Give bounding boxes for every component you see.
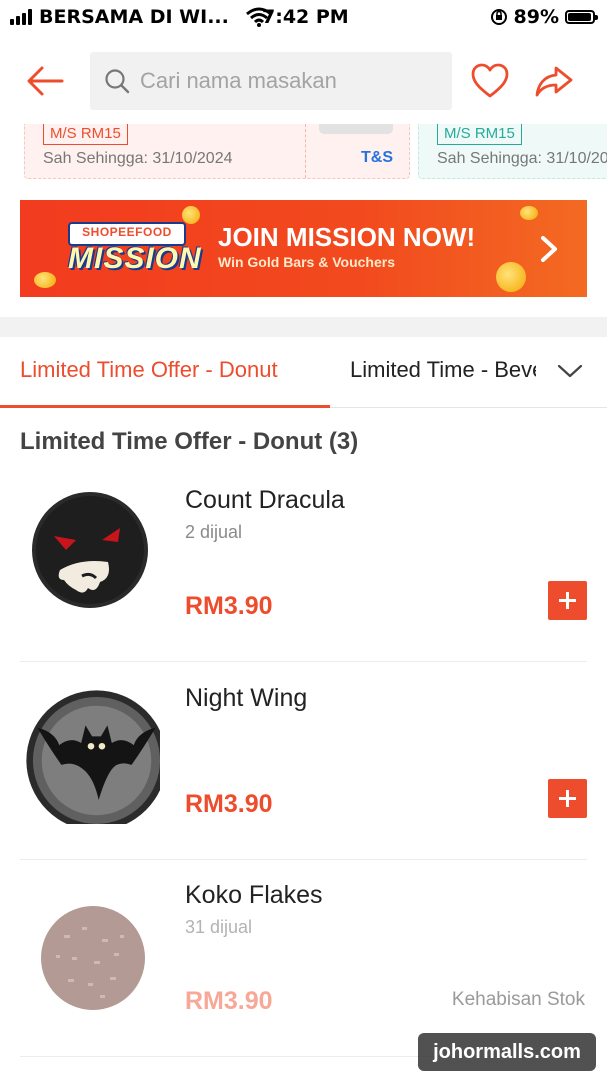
section-divider (0, 317, 607, 337)
item-price: RM3.90 (185, 790, 273, 818)
share-icon[interactable] (534, 62, 574, 100)
shopeefood-mission-logo: SHOPEEFOOD MISSION (68, 222, 210, 280)
battery-percent: 89% (513, 6, 559, 28)
voucher-tag: M/S RM15 (43, 124, 128, 145)
category-tabs: Limited Time Offer - Donut Limited Time … (0, 337, 607, 408)
top-bar (0, 50, 607, 112)
item-name: Koko Flakes (185, 881, 323, 909)
terms-link[interactable]: T&S (361, 149, 393, 167)
logo-brand-big: MISSION (68, 242, 202, 275)
signal-icon (10, 9, 32, 25)
voucher-strip: M/S RM15 Sah Sehingga: 31/10/2024 T&S M/… (0, 124, 607, 180)
back-arrow-icon[interactable] (24, 62, 66, 100)
banner-subtitle: Win Gold Bars & Vouchers (218, 254, 395, 270)
voucher-card[interactable]: M/S RM15 Sah Sehingga: 31/10/2024 (418, 124, 607, 179)
coin-decoration (496, 262, 526, 292)
item-price: RM3.90 (185, 592, 273, 620)
menu-item[interactable]: Koko Flakes 31 dijual RM3.90 Kehabisan S… (0, 859, 607, 1057)
carrier-label: BERSAMA DI WI... (39, 6, 229, 28)
add-to-cart-button[interactable] (548, 581, 587, 620)
search-bar[interactable] (90, 52, 452, 110)
menu-item[interactable]: Count Dracula 2 dijual RM3.90 (0, 464, 607, 662)
item-name: Night Wing (185, 684, 308, 712)
search-input[interactable] (138, 67, 442, 95)
voucher-card[interactable]: M/S RM15 Sah Sehingga: 31/10/2024 T&S (24, 124, 410, 179)
logo-brand-small: SHOPEEFOOD (82, 225, 172, 239)
item-sold-count: 2 dijual (185, 522, 243, 542)
item-name: Count Dracula (185, 486, 345, 514)
mission-banner[interactable]: SHOPEEFOOD MISSION JOIN MISSION NOW! Win… (20, 200, 587, 297)
watermark: johormalls.com (418, 1033, 596, 1071)
voucher-divider (305, 124, 306, 178)
voucher-tag: M/S RM15 (437, 124, 522, 145)
clock: 7:42 PM (262, 6, 349, 28)
search-icon (105, 69, 130, 94)
out-of-stock-label: Kehabisan Stok (451, 989, 585, 1010)
coin-decoration (34, 272, 56, 288)
battery-icon (565, 10, 598, 24)
voucher-claim-button[interactable] (319, 124, 393, 134)
menu-item[interactable]: Night Wing RM3.90 (0, 662, 607, 860)
orientation-lock-icon (490, 9, 507, 25)
tab-limited-time-beverage[interactable]: Limited Time - Beverage (350, 337, 536, 405)
banner-title: JOIN MISSION NOW! (218, 222, 476, 252)
count-dracula-donut-image (32, 492, 148, 608)
chevron-down-icon[interactable] (556, 362, 584, 380)
voucher-validity: Sah Sehingga: 31/10/2024 (437, 150, 607, 167)
coin-decoration (520, 206, 538, 220)
voucher-validity: Sah Sehingga: 31/10/2024 (43, 150, 233, 167)
night-wing-donut-image (26, 690, 160, 824)
tab-limited-time-offer-donut[interactable]: Limited Time Offer - Donut (0, 337, 330, 408)
heart-icon[interactable] (470, 62, 510, 100)
status-bar: BERSAMA DI WI... 7:42 PM 89% (0, 0, 607, 34)
chevron-right-icon (541, 236, 557, 262)
add-to-cart-button[interactable] (548, 779, 587, 818)
koko-flakes-donut-image (41, 906, 145, 1010)
item-sold-count: 31 dijual (185, 917, 253, 937)
item-price: RM3.90 (185, 987, 273, 1015)
section-title: Limited Time Offer - Donut (3) (20, 428, 359, 455)
